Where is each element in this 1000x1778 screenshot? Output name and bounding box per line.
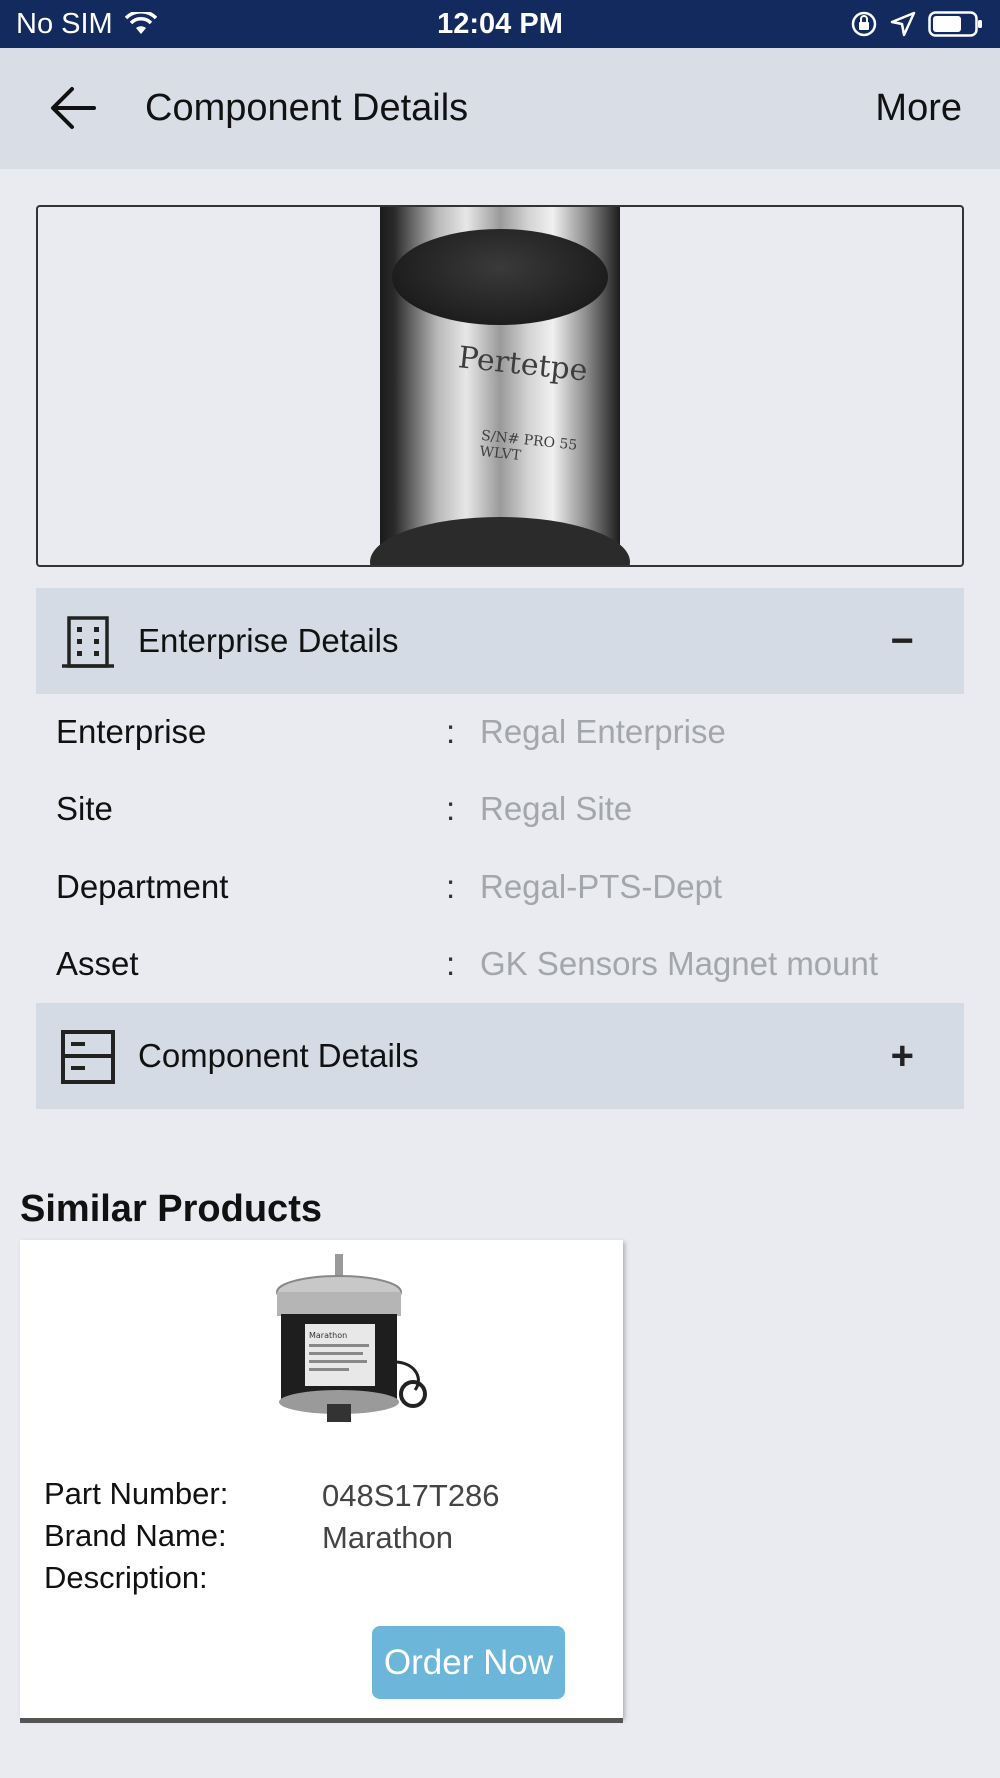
more-button[interactable]: More	[875, 48, 962, 169]
status-bar: No SIM 12:04 PM	[0, 0, 1000, 48]
detail-separator: :	[446, 868, 456, 905]
photo-base	[370, 517, 630, 565]
status-right	[850, 0, 984, 48]
order-now-button[interactable]: Order Now	[372, 1626, 565, 1699]
similar-products-title: Similar Products	[20, 1188, 322, 1230]
product-card[interactable]: Marathon Part Number: 048S17T286 Brand N…	[20, 1240, 623, 1718]
detail-row-asset: Asset : GK Sensors Magnet mount	[56, 925, 964, 1002]
detail-label: Enterprise	[56, 713, 207, 750]
location-arrow-icon	[890, 11, 916, 37]
part-number-value: 048S17T286	[322, 1478, 500, 1513]
detail-value: Regal-PTS-Dept	[480, 868, 723, 905]
component-box-icon	[61, 1030, 115, 1084]
detail-separator: :	[446, 790, 456, 827]
photo-engraving-2: S/N# PRO 55 WLVT	[478, 427, 578, 464]
product-badge-text: Marathon	[309, 1331, 347, 1340]
photo-cap	[392, 229, 608, 325]
photo-engraving-1: Pertetpe	[456, 340, 590, 389]
description-label: Description:	[44, 1560, 208, 1595]
detail-label: Department	[56, 868, 229, 905]
brand-name-label: Brand Name:	[44, 1518, 227, 1553]
part-number-label: Part Number:	[44, 1476, 229, 1511]
image-carousel[interactable]: Pertetpe S/N# PRO 55 WLVT	[36, 205, 964, 567]
component-details-header[interactable]: Component Details +	[36, 1003, 964, 1109]
brand-name-value: Marathon	[322, 1520, 453, 1555]
detail-value: Regal Site	[480, 790, 633, 827]
enterprise-details-header[interactable]: Enterprise Details −	[36, 588, 964, 694]
detail-label: Asset	[56, 945, 139, 982]
building-icon	[62, 616, 114, 668]
detail-separator: :	[446, 713, 456, 750]
detail-value: GK Sensors Magnet mount	[480, 945, 879, 982]
back-arrow-icon[interactable]	[50, 86, 96, 130]
page-title: Component Details	[145, 87, 469, 129]
expand-toggle[interactable]: +	[891, 1003, 914, 1109]
detail-row-enterprise: Enterprise : Regal Enterprise	[56, 693, 964, 770]
product-image[interactable]: Marathon	[245, 1252, 445, 1432]
nav-bar: Component Details More	[0, 48, 1000, 169]
detail-value: Regal Enterprise	[480, 713, 726, 750]
component-photo[interactable]: Pertetpe S/N# PRO 55 WLVT	[370, 207, 630, 565]
detail-row-department: Department : Regal-PTS-Dept	[56, 848, 964, 925]
detail-row-site: Site : Regal Site	[56, 770, 964, 847]
detail-label: Site	[56, 790, 113, 827]
collapse-toggle[interactable]: −	[891, 588, 914, 694]
component-details-title: Component Details	[138, 1037, 419, 1074]
detail-separator: :	[446, 945, 456, 982]
rotation-lock-icon	[851, 11, 877, 37]
enterprise-details-title: Enterprise Details	[138, 622, 399, 659]
battery-icon	[928, 11, 982, 37]
